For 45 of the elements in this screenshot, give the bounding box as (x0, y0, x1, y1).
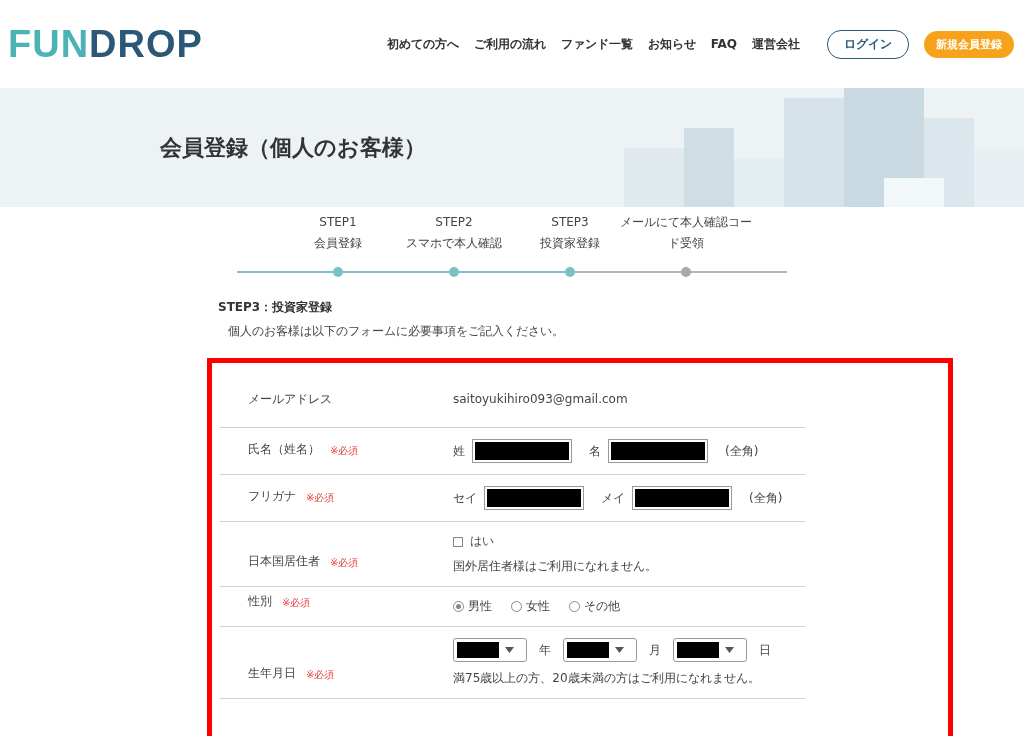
field-label: メイ (601, 489, 625, 507)
intro-text: 個人のお客様は以下のフォームに必要事項をご記入ください。 (227, 323, 565, 340)
help-text: 満75歳以上の方、20歳未満の方はご利用になれません。 (453, 670, 761, 687)
note-text: (全角) (725, 442, 759, 460)
required-label: ※必須 (330, 444, 359, 458)
field-label: セイ (453, 489, 477, 507)
email-value: saitoyukihiro093@gmail.com (453, 392, 629, 406)
nav-link[interactable]: 運営会社 (752, 35, 800, 53)
note-text: (全角) (749, 489, 783, 507)
field-label: 氏名（姓名） (248, 441, 320, 458)
nav-link[interactable]: FAQ (710, 37, 737, 51)
field-label: フリガナ (248, 488, 296, 505)
nav-link[interactable]: お知らせ (647, 35, 696, 53)
page-title: 会員登録（個人のお客様） (160, 133, 426, 162)
required-label: ※必須 (282, 596, 311, 610)
step-label: スマホで本人確認 (405, 235, 503, 252)
required-label: ※必須 (306, 668, 335, 682)
step-label: 会員登録 (313, 235, 363, 252)
field-label: 生年月日 (248, 665, 296, 682)
step-label: 投資家登録 (539, 235, 601, 252)
date-suffix: 日 (759, 641, 771, 659)
login-button[interactable]: ログイン (827, 29, 909, 59)
field-label: 日本国居住者 (248, 553, 320, 570)
field-label: 姓 (453, 442, 465, 460)
field-label: メールアドレス (248, 390, 332, 408)
date-suffix: 年 (539, 641, 551, 659)
date-suffix: 月 (649, 641, 661, 659)
help-text: 国外居住者様はご利用になれません。 (453, 558, 658, 575)
checkbox-label: はい (470, 533, 494, 550)
radio-label: その他 (584, 598, 620, 615)
radio-label: 女性 (526, 598, 550, 615)
section-heading: STEP3：投資家登録 (218, 299, 334, 316)
step-number: STEP2 (435, 214, 473, 231)
step-number: STEP1 (319, 214, 357, 231)
nav-link[interactable]: ファンド一覧 (560, 35, 633, 53)
required-label: ※必須 (306, 491, 335, 505)
nav-link[interactable]: 初めての方へ (386, 35, 459, 53)
step-label: メールにて本人確認コード受領 (619, 214, 753, 252)
radio-label: 男性 (468, 598, 492, 615)
required-label: ※必須 (330, 556, 359, 570)
nav-link[interactable]: ご利用の流れ (473, 35, 546, 53)
step-number: STEP3 (551, 214, 589, 231)
field-label: 名 (589, 442, 601, 460)
logo[interactable]: FUNDROP (8, 22, 203, 66)
field-label: 性別 (248, 593, 272, 610)
